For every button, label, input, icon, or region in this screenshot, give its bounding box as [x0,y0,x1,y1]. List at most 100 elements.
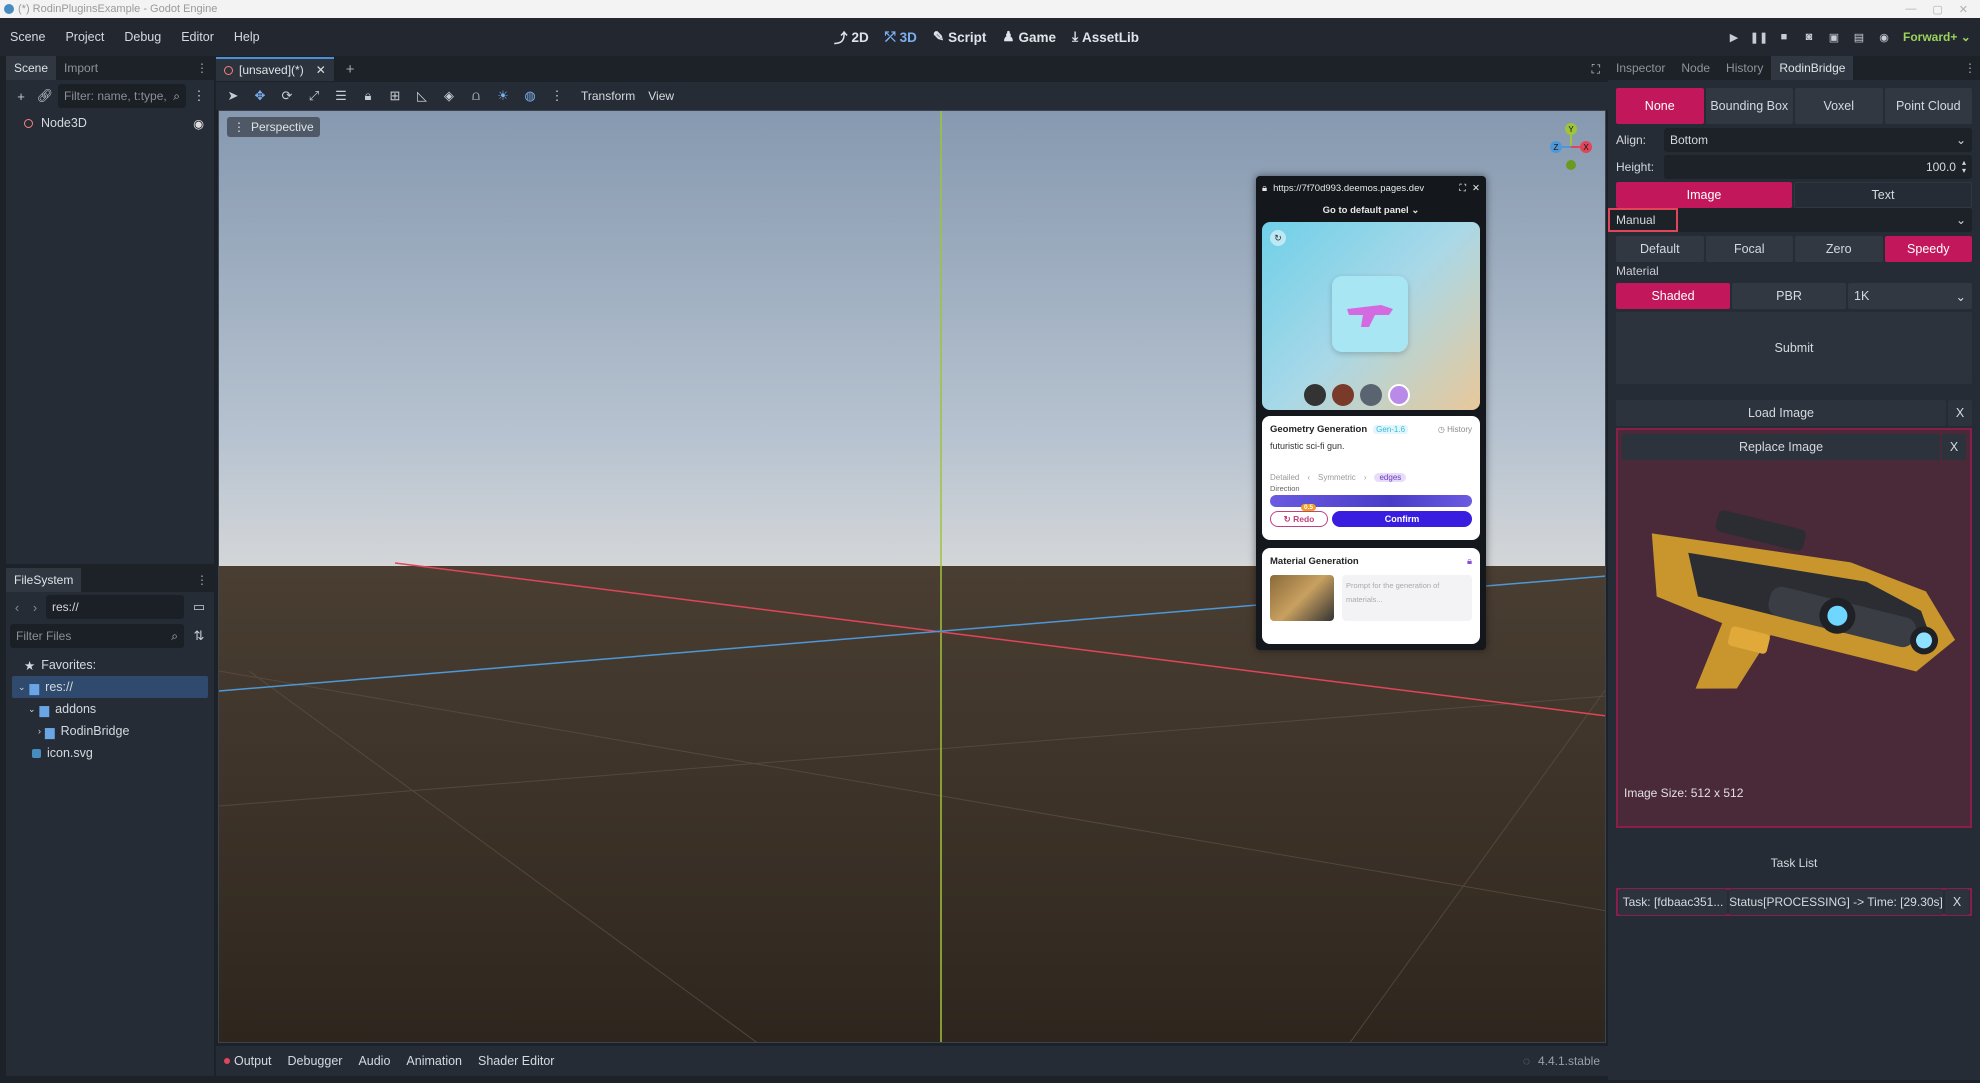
play-scene-icon[interactable]: ▣ [1822,25,1846,49]
rotate-mode-icon[interactable]: ⟳ [276,85,298,107]
tab-shader-editor[interactable]: Shader Editor [478,1054,554,1068]
tab-import[interactable]: Import [56,56,106,80]
option-edges[interactable]: edges [1374,473,1407,482]
mesh-mode-voxel[interactable]: Voxel [1795,88,1883,124]
menu-editor[interactable]: Editor [171,30,224,44]
menu-view[interactable]: View [648,89,674,103]
snap-icon[interactable]: ⩍ [465,85,487,107]
generated-model-thumbnail[interactable] [1332,276,1408,352]
option-symmetric[interactable]: Symmetric [1318,473,1356,482]
tab-animation[interactable]: Animation [406,1054,462,1068]
tab-filesystem[interactable]: FileSystem [6,568,82,592]
list-select-icon[interactable]: ☰ [330,85,352,107]
minimize-button[interactable]: — [1905,3,1916,16]
move-mode-icon[interactable]: ✥ [249,85,271,107]
link-icon[interactable]: 🔗︎ [34,85,56,107]
renderer-select[interactable]: Forward+ ⌄ [1903,30,1971,44]
sort-icon[interactable]: ⇅ [188,625,210,647]
tab-output[interactable]: Output [234,1054,272,1068]
back-arrow-icon[interactable]: ‹ [10,596,24,618]
favorites-item[interactable]: ★ Favorites: [6,654,214,676]
perspective-menu[interactable]: ⋮ Perspective [227,117,320,137]
tree-item-addons[interactable]: ⌄ ▆ addons [6,698,214,720]
panel-selector[interactable]: Go to default panel ⌄ [1256,200,1486,220]
tree-node[interactable]: Node3D ◉ [6,112,214,134]
maximize-button[interactable]: ▢ [1932,3,1942,16]
workspace-game[interactable]: ♟ Game [1002,29,1056,45]
scene-tab-unsaved[interactable]: [unsaved](*) ✕ [216,57,334,81]
input-mode-image[interactable]: Image [1616,182,1792,208]
cancel-task-button[interactable]: X [1945,889,1969,915]
add-tab-icon[interactable]: + [346,61,355,78]
quality-mode-default[interactable]: Default [1616,236,1704,262]
tree-item-rodinbridge[interactable]: › ▆ RodinBridge [6,720,214,742]
tree-item-res[interactable]: ⌄ ▆ res:// [12,676,208,698]
path-field[interactable]: res:// [46,595,184,619]
tab-scene[interactable]: Scene [6,56,57,80]
tab-debugger[interactable]: Debugger [288,1054,343,1068]
group-icon[interactable]: ⊞ [384,85,406,107]
distraction-free-icon[interactable]: ⛶ [1592,62,1600,77]
quality-mode-focal[interactable]: Focal [1705,236,1793,262]
visibility-eye-icon[interactable]: ◉ [193,116,204,131]
mesh-mode-point-cloud[interactable]: Point Cloud [1884,88,1972,124]
tab-audio[interactable]: Audio [358,1054,390,1068]
thumbnail-brown[interactable] [1332,384,1354,406]
expand-icon[interactable]: ⛶ [1459,183,1466,194]
play-icon[interactable]: ▶ [1722,25,1746,49]
tab-inspector[interactable]: Inspector [1608,56,1673,80]
lock-icon[interactable]: 🔒︎ [357,85,379,107]
remote-debug-icon[interactable]: ◙ [1797,25,1821,49]
forward-arrow-icon[interactable]: › [28,596,42,618]
scene-filter-input[interactable]: Filter: name, t:type, ⌕ [58,84,186,108]
height-spinbox[interactable]: 100.0 ▴ ▾ [1664,155,1972,179]
quality-mode-speedy[interactable]: Speedy [1884,236,1972,262]
geometry-prompt[interactable]: futuristic sci-fi gun. [1270,441,1472,451]
submit-button[interactable]: Submit [1616,312,1972,384]
add-node-icon[interactable]: + [10,85,32,107]
scale-mode-icon[interactable]: ⤢ [303,85,325,107]
tab-rodinbridge[interactable]: RodinBridge [1771,56,1854,80]
load-image-button[interactable]: Load Image [1616,400,1946,426]
clear-load-image-button[interactable]: X [1948,400,1972,426]
close-tab-icon[interactable]: ✕ [316,63,326,77]
movie-maker-icon[interactable]: ◉ [1872,25,1896,49]
workspace-assetlib[interactable]: ⤓ AssetLib [1072,29,1139,45]
quality-mode-zero[interactable]: Zero [1795,236,1883,262]
thumbnail-grey[interactable] [1360,384,1382,406]
play-custom-icon[interactable]: ▤ [1847,25,1871,49]
chevron-left-icon[interactable]: ‹ [1307,473,1310,482]
thumbnail-purple[interactable] [1388,384,1410,406]
pose-select[interactable]: Manual ⌄ [1608,208,1972,232]
history-link[interactable]: ◷ History [1438,425,1472,434]
input-mode-text[interactable]: Text [1794,182,1972,208]
stop-icon[interactable]: ■ [1772,25,1796,49]
refresh-icon[interactable]: ↻ [1270,230,1286,246]
mesh-mode-none[interactable]: None [1616,88,1704,124]
menu-transform[interactable]: Transform [581,89,635,103]
remove-image-button[interactable]: X [1942,434,1966,460]
replace-image-button[interactable]: Replace Image [1622,434,1940,460]
scene-menu-icon[interactable]: ⋮ [188,85,210,107]
tab-node[interactable]: Node [1673,56,1718,80]
sun-preview-icon[interactable]: ☀ [492,85,514,107]
confirm-button[interactable]: Confirm [1332,511,1472,527]
environment-preview-icon[interactable]: ◍ [519,85,541,107]
close-icon[interactable]: ✕ [1472,183,1480,194]
filter-files-input[interactable]: Filter Files ⌕ [10,624,184,648]
material-mode-pbr[interactable]: PBR [1732,283,1846,309]
dock-menu-icon[interactable]: ⋮ [196,61,208,75]
close-window-button[interactable]: ✕ [1959,3,1968,16]
local-space-icon[interactable]: ◈ [438,85,460,107]
resolution-select[interactable]: 1K ⌄ [1848,283,1972,309]
mesh-mode-bounding-box[interactable]: Bounding Box [1705,88,1793,124]
workspace-3d[interactable]: ⤱ 3D [885,29,917,45]
chevron-right-icon[interactable]: › [1364,473,1367,482]
dock-menu-icon[interactable]: ⋮ [196,573,208,587]
more-options-icon[interactable]: ⋮ [546,85,568,107]
tree-item-icon-svg[interactable]: icon.svg [6,742,214,764]
align-select[interactable]: Bottom ⌄ [1664,128,1972,152]
material-prompt-input[interactable]: Prompt for the generation of materials..… [1342,575,1472,621]
menu-project[interactable]: Project [55,30,114,44]
spin-arrows-icon[interactable]: ▴ ▾ [1962,159,1966,175]
